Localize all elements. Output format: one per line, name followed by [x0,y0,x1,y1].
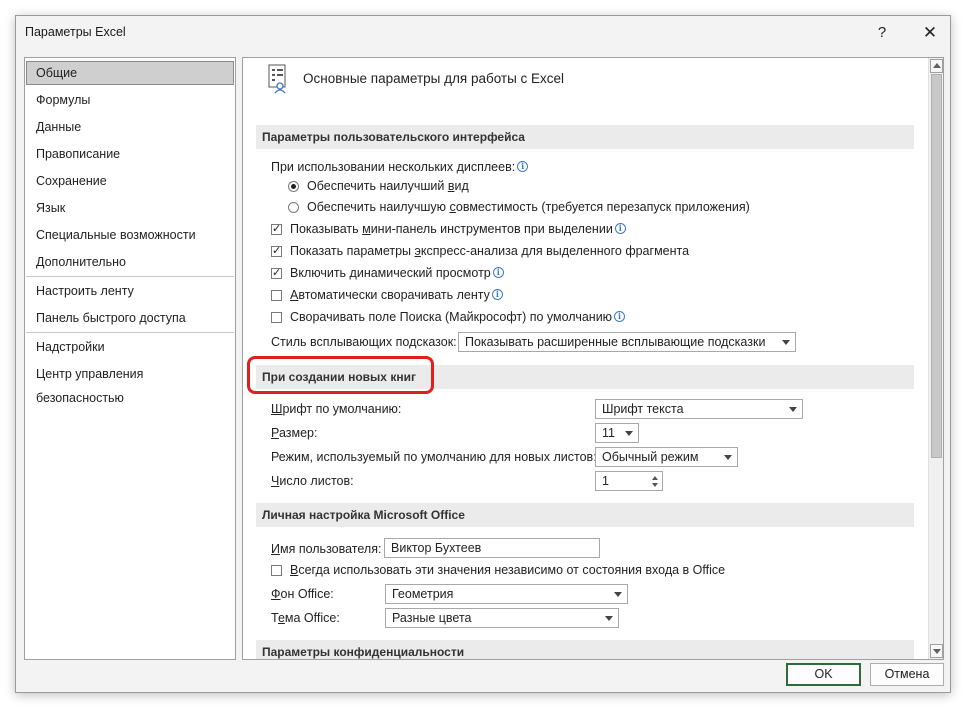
nav-item-advanced[interactable]: Дополнительно [26,250,234,274]
multi-display-label: При использовании нескольких дисплеев: i [271,160,529,174]
nav-divider [26,276,234,277]
title-bar: Параметры Excel ? ✕ [16,16,950,50]
tooltip-style-dropdown[interactable]: Показывать расширенные всплывающие подск… [458,332,796,352]
checkbox-collapse-ribbon[interactable] [271,290,282,301]
dialog-title: Параметры Excel [25,25,126,39]
nav-item-accessibility[interactable]: Специальные возможности [26,223,234,247]
info-icon[interactable]: i [517,161,529,172]
general-settings-icon [268,64,286,94]
office-theme-label: Тема Office: [271,611,340,625]
default-font-label: Шрифт по умолчанию: [271,402,402,416]
highlight-annotation [247,356,434,394]
nav-item-language[interactable]: Язык [26,196,234,220]
chevron-down-icon [782,340,790,345]
info-icon[interactable]: i [614,311,626,322]
options-nav: Общие Формулы Данные Правописание Сохран… [24,57,236,660]
help-button[interactable]: ? [867,18,897,48]
tooltip-style-value: Показывать расширенные всплывающие подск… [465,335,766,349]
default-font-dropdown[interactable]: Шрифт текста [595,399,803,419]
nav-divider [26,332,234,333]
nav-item-quick-access-toolbar[interactable]: Панель быстрого доступа [26,306,234,330]
username-value: Виктор Бухтеев [391,541,482,555]
default-view-label: Режим, используемый по умолчанию для нов… [271,450,597,464]
username-input[interactable]: Виктор Бухтеев [384,538,600,558]
scrollbar-thumb[interactable] [931,74,942,458]
office-background-value: Геометрия [392,587,454,601]
checkbox-always-use-label: Всегда использовать эти значения независ… [290,563,726,577]
section-header-ui: Параметры пользовательского интерфейса [256,125,914,149]
info-icon[interactable]: i [614,223,626,234]
office-theme-value: Разные цвета [392,611,472,625]
checkbox-mini-toolbar-label: Показывать мини-панель инструментов при … [290,222,626,236]
chevron-down-icon [605,616,613,621]
checkbox-live-preview-label: Включить динамический просмотр i [290,266,504,280]
nav-item-proofing[interactable]: Правописание [26,142,234,166]
close-button[interactable]: ✕ [912,18,948,48]
spin-down-icon[interactable] [652,483,658,487]
username-label: Имя пользователя: [271,542,382,556]
font-size-label: Размер: [271,426,318,440]
default-view-dropdown[interactable]: Обычный режим [595,447,738,467]
checkbox-collapse-search-label: Сворачивать поле Поиска (Майкрософт) по … [290,310,626,324]
radio-best-compat[interactable] [288,202,299,213]
office-theme-dropdown[interactable]: Разные цвета [385,608,619,628]
checkbox-mini-toolbar[interactable]: ✓ [271,224,282,235]
chevron-down-icon [789,407,797,412]
page-title: Основные параметры для работы с Excel [303,71,565,86]
sheet-count-value: 1 [602,474,609,488]
default-font-value: Шрифт текста [602,402,684,416]
checkbox-always-use[interactable] [271,565,282,576]
radio-best-look[interactable] [288,181,299,192]
sheet-count-stepper[interactable]: 1 [595,471,663,491]
office-background-dropdown[interactable]: Геометрия [385,584,628,604]
chevron-down-icon [614,592,622,597]
excel-options-dialog: Параметры Excel ? ✕ Общие Формулы Данные… [15,15,951,693]
nav-item-addins[interactable]: Надстройки [26,335,234,359]
chevron-down-icon [625,431,633,436]
office-background-label: Фон Office: [271,587,334,601]
nav-item-trust-center[interactable]: Центр управления безопасностью [26,362,234,405]
checkbox-quick-analysis[interactable]: ✓ [271,246,282,257]
default-view-value: Обычный режим [602,450,699,464]
radio-best-compat-label: Обеспечить наилучшую совместимость (треб… [307,200,750,214]
info-icon[interactable]: i [491,289,503,300]
ok-button[interactable]: OK [786,663,861,686]
radio-best-look-label: Обеспечить наилучший вид [307,179,469,193]
nav-item-formulas[interactable]: Формулы [26,88,234,112]
chevron-down-icon [724,455,732,460]
checkbox-collapse-search[interactable] [271,312,282,323]
nav-item-data[interactable]: Данные [26,115,234,139]
checkbox-quick-analysis-label: Показать параметры экспресс-анализа для … [290,244,690,258]
checkbox-collapse-ribbon-label: Автоматически сворачивать ленту i [290,288,503,302]
font-size-value: 11 [602,426,615,440]
scroll-down-icon[interactable] [930,644,943,658]
section-header-personalize: Личная настройка Microsoft Office [256,503,914,527]
scroll-up-icon[interactable] [930,59,943,73]
checkbox-live-preview[interactable]: ✓ [271,268,282,279]
vertical-scrollbar[interactable] [928,58,943,659]
nav-item-general[interactable]: Общие [26,61,234,85]
info-icon[interactable]: i [492,267,504,278]
sheet-count-label: Число листов: [271,474,354,488]
spin-up-icon[interactable] [652,476,658,480]
section-header-privacy: Параметры конфиденциальности [256,640,914,659]
cancel-button[interactable]: Отмена [870,663,944,686]
nav-item-save[interactable]: Сохранение [26,169,234,193]
nav-item-customize-ribbon[interactable]: Настроить ленту [26,279,234,303]
font-size-dropdown[interactable]: 11 [595,423,639,443]
tooltip-style-label: Стиль всплывающих подсказок: [271,335,457,349]
options-content: Основные параметры для работы с Excel Па… [242,57,944,660]
